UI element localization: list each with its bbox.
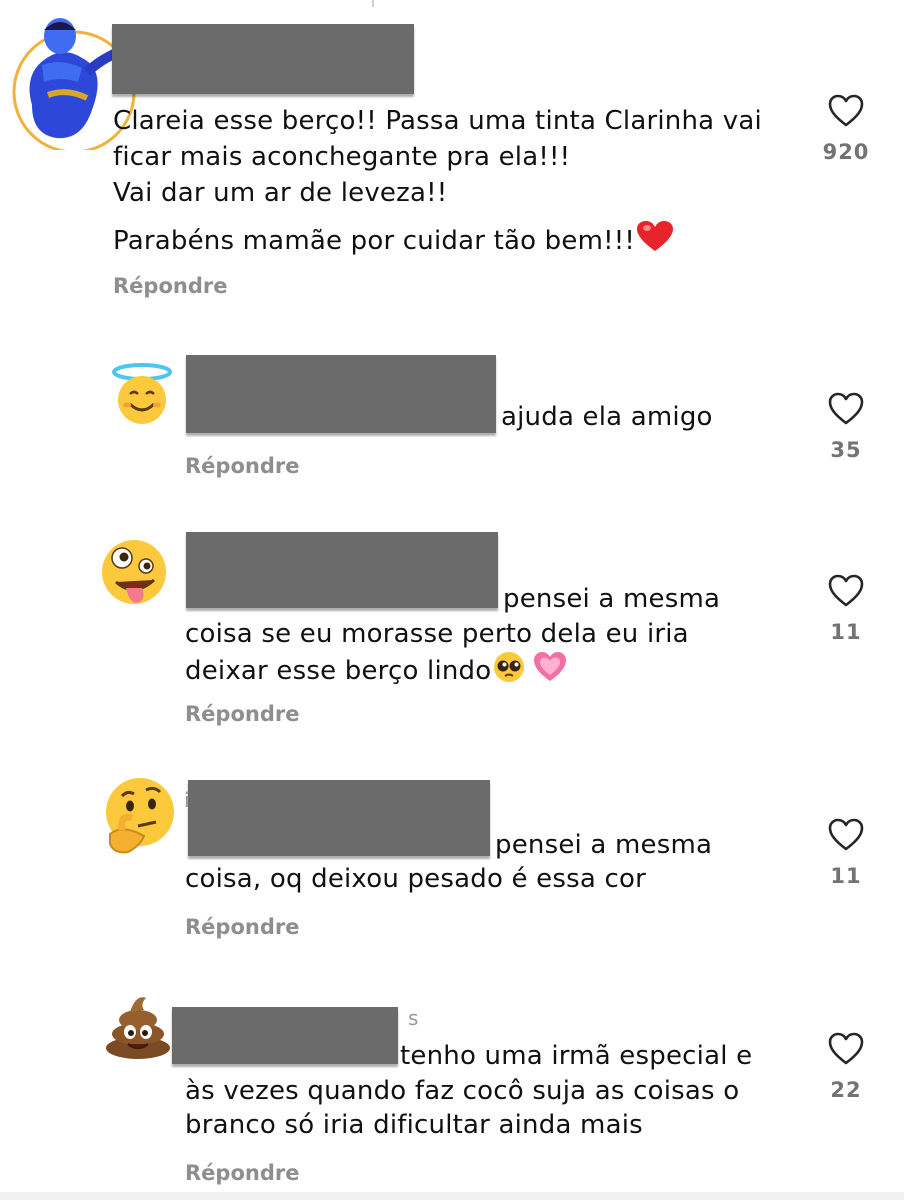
like-count: 920 — [822, 140, 870, 164]
redacted-username — [112, 24, 414, 94]
comment-item: pensei a mesma coisa se eu morasse perto… — [0, 520, 904, 740]
heart-icon[interactable] — [828, 818, 864, 852]
comment-text-line: pensei a mesma — [503, 584, 721, 614]
heart-icon[interactable] — [828, 94, 864, 128]
comment-text-line: coisa se eu morasse perto dela eu iria — [185, 619, 689, 649]
heart-icon[interactable] — [828, 392, 864, 426]
comment-item: i pensei a mesma coisa, oq deixou pesado… — [0, 760, 904, 960]
pile-of-poo-icon[interactable] — [102, 988, 174, 1060]
heart-icon[interactable] — [828, 1032, 864, 1066]
like-count: 35 — [830, 438, 862, 462]
growing-heart-emoji — [533, 651, 567, 692]
reply-button[interactable]: Répondre — [185, 1161, 299, 1185]
reply-button[interactable]: Répondre — [185, 702, 299, 726]
comment-item: s tenho uma irmã especial e às vezes qua… — [0, 980, 904, 1200]
like-control: 35 — [796, 392, 896, 462]
redacted-username — [172, 1007, 398, 1064]
reply-button[interactable]: Répondre — [185, 915, 299, 939]
like-count: 22 — [830, 1078, 862, 1102]
like-control: 11 — [796, 574, 896, 644]
pleading-face-emoji — [493, 651, 525, 692]
like-count: 11 — [830, 864, 862, 888]
comment-text-line: deixar esse berço lindo — [185, 651, 567, 692]
like-count: 11 — [830, 620, 862, 644]
comments-screen: Clareia esse berço!! Passa uma tinta Cla… — [0, 0, 904, 1200]
comment-text-line: às vezes quando faz cocô suja as coisas … — [185, 1076, 740, 1106]
thinking-face-icon[interactable] — [100, 774, 178, 856]
zany-face-icon[interactable] — [96, 532, 172, 608]
comment-text-segment: deixar esse berço lindo — [185, 656, 492, 686]
like-control: 11 — [796, 818, 896, 888]
redacted-username — [186, 532, 498, 608]
comment-text-line: Parabéns mamãe por cuidar tão bem!!! — [113, 221, 673, 262]
reply-button[interactable]: Répondre — [185, 454, 299, 478]
comment-item: Clareia esse berço!! Passa uma tinta Cla… — [0, 0, 904, 320]
reply-button[interactable]: Répondre — [113, 274, 227, 298]
heart-icon[interactable] — [828, 574, 864, 608]
comment-text-line: tenho uma irmã especial e — [400, 1041, 753, 1071]
comment-text-line: pensei a mesma — [495, 830, 713, 860]
comment-text-line: Clareia esse berço!! Passa uma tinta Cla… — [113, 106, 762, 136]
bottom-edge — [0, 1192, 904, 1200]
comment-text-line: ficar mais aconchegante pra ela!!! — [113, 142, 571, 172]
red-heart-emoji — [636, 221, 673, 262]
timestamp: s — [408, 1006, 419, 1030]
smiling-face-with-halo-icon[interactable] — [108, 360, 176, 426]
like-control: 920 — [796, 94, 896, 164]
comment-text-line: Vai dar um ar de leveza!! — [113, 178, 448, 208]
comment-text-line: ajuda ela amigo — [501, 402, 713, 432]
like-control: 22 — [796, 1032, 896, 1102]
redacted-username — [188, 780, 490, 856]
comment-text-line: coisa, oq deixou pesado é essa cor — [185, 864, 646, 894]
comment-item: ajuda ela amigo Répondre 35 — [0, 340, 904, 500]
redacted-username — [186, 355, 496, 433]
comment-text-segment: Parabéns mamãe por cuidar tão bem!!! — [113, 226, 635, 256]
comment-text-line: branco só iria dificultar ainda mais — [185, 1110, 643, 1140]
